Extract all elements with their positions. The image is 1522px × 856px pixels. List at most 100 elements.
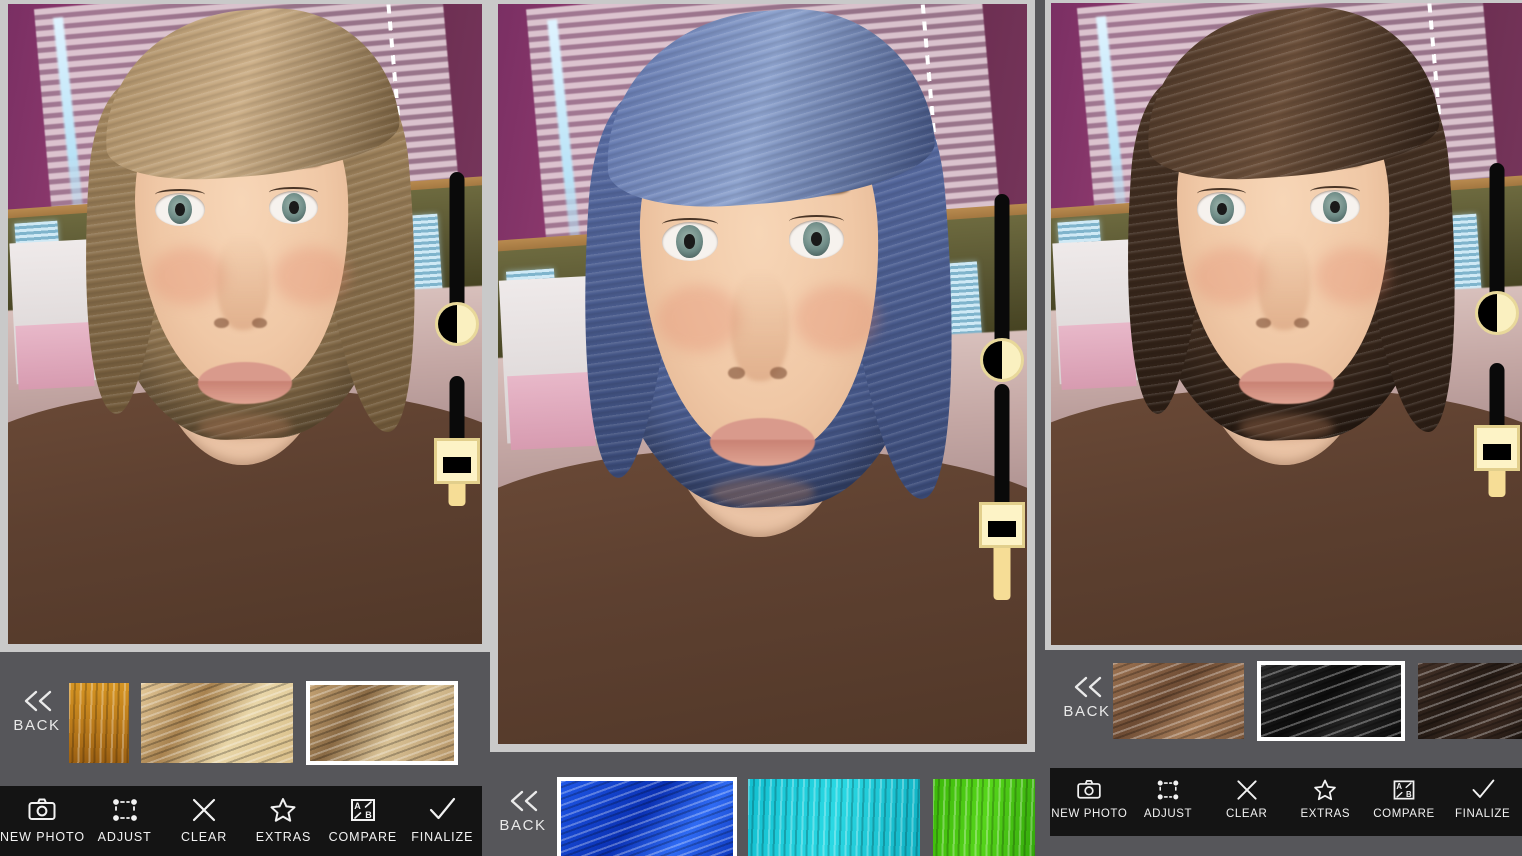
swatch-golden-copper[interactable] — [69, 683, 129, 763]
svg-text:B: B — [1406, 790, 1412, 799]
tool-extras[interactable]: EXTRAS — [1286, 768, 1365, 820]
brush-knob-icon[interactable] — [434, 438, 480, 484]
tool-label: CLEAR — [1226, 808, 1268, 820]
cheek-right — [794, 285, 879, 352]
clear-icon — [1234, 777, 1260, 803]
check-icon — [427, 795, 457, 825]
opacity-knob-half-circle-icon[interactable] — [435, 302, 479, 346]
swatch-light-blonde[interactable] — [141, 683, 293, 763]
lips — [1239, 362, 1334, 405]
nostril-left — [728, 366, 746, 380]
tool-new-photo[interactable]: NEW PHOTO — [1050, 768, 1129, 820]
star-icon — [268, 795, 298, 825]
tool-label: FINALIZE — [411, 830, 474, 844]
tool-finalize[interactable]: FINALIZE — [403, 786, 482, 844]
tool-clear[interactable]: CLEAR — [1207, 768, 1286, 820]
swatch-jet-black[interactable] — [1257, 661, 1405, 741]
shelf-pink-box — [1058, 322, 1138, 391]
compare-ab-icon: AB — [348, 795, 378, 825]
tool-compare[interactable]: AB COMPARE — [1365, 768, 1444, 820]
palette-strip-blue: BACK — [490, 752, 1035, 856]
opacity-slider-blue[interactable] — [976, 194, 1027, 394]
chin-shadow — [709, 477, 816, 508]
shelf-pink-box — [15, 322, 95, 390]
screen-brunette: BACK NEW PHOTO ADJUST CLEAR EXTRAS A B C… — [1035, 0, 1522, 856]
cheek-left — [150, 247, 227, 305]
svg-text:B: B — [365, 810, 372, 820]
tool-label: NEW PHOTO — [0, 830, 85, 844]
eye-right — [1310, 186, 1360, 224]
swatch-turquoise[interactable] — [748, 779, 920, 856]
clear-icon — [189, 795, 219, 825]
brush-knob-icon[interactable] — [979, 502, 1025, 548]
tool-label: ADJUST — [1143, 808, 1193, 820]
tool-label: COMPARE — [328, 830, 398, 844]
tool-label: EXTRAS — [255, 830, 312, 844]
adjust-icon — [1155, 777, 1181, 803]
tool-extras[interactable]: EXTRAS — [244, 786, 323, 844]
tool-label: COMPARE — [1373, 808, 1435, 820]
tool-new-photo[interactable]: NEW PHOTO — [0, 786, 85, 844]
shelf-pink-box — [506, 371, 596, 451]
palette-strip-brunette: BACK — [1050, 650, 1522, 768]
nose — [1258, 234, 1311, 331]
tool-finalize[interactable]: FINALIZE — [1443, 768, 1522, 820]
tool-label: ADJUST — [97, 830, 152, 844]
screen-blonde: BACK NEW PHOTO ADJUST CLEAR EXTRAS A B C… — [0, 0, 490, 856]
tool-adjust[interactable]: ADJUST — [85, 786, 164, 844]
svg-text:A: A — [354, 801, 361, 811]
opacity-knob-half-circle-icon[interactable] — [1475, 291, 1519, 335]
back-label: BACK — [1063, 702, 1111, 720]
eye-left — [1197, 188, 1247, 226]
eye-left — [661, 217, 718, 261]
camera-icon — [1076, 777, 1102, 803]
brush-track[interactable] — [994, 384, 1010, 512]
swatch-chestnut-brown[interactable] — [1113, 663, 1244, 739]
cheek-left — [1192, 246, 1268, 305]
back-label: BACK — [499, 816, 547, 834]
cheek-left — [656, 285, 742, 352]
back-button-blonde[interactable]: BACK — [6, 680, 68, 742]
back-button-blue[interactable]: BACK — [492, 780, 554, 842]
tool-clear[interactable]: CLEAR — [164, 786, 243, 844]
svg-text:A: A — [1396, 782, 1402, 791]
opacity-slider-blonde[interactable] — [432, 172, 482, 362]
tool-compare[interactable]: AB COMPARE — [323, 786, 402, 844]
brush-slider-brunette[interactable] — [1471, 363, 1522, 513]
tool-adjust[interactable]: ADJUST — [1129, 768, 1208, 820]
tool-label: EXTRAS — [1300, 808, 1351, 820]
app-root: BACK NEW PHOTO ADJUST CLEAR EXTRAS A B C… — [0, 0, 1522, 856]
swatch-royal-blue[interactable] — [557, 777, 737, 856]
swatch-dark-espresso[interactable] — [1418, 663, 1522, 739]
bottom-toolbar-blonde: NEW PHOTO ADJUST CLEAR EXTRAS A B COMPAR… — [0, 786, 482, 856]
nostril-right — [1293, 317, 1309, 329]
cheek-right — [273, 247, 350, 305]
brush-slider-blue[interactable] — [976, 384, 1027, 624]
back-label: BACK — [13, 716, 61, 734]
swatch-bright-green[interactable] — [933, 779, 1035, 856]
star-icon — [1312, 777, 1338, 803]
lips — [197, 362, 293, 404]
photo-canvas-brunette[interactable] — [1051, 3, 1522, 645]
opacity-knob-half-circle-icon[interactable] — [980, 338, 1024, 382]
screen-blue: BACK — [490, 0, 1035, 856]
photo-canvas-blue[interactable] — [498, 4, 1027, 744]
tool-label: FINALIZE — [1455, 808, 1511, 820]
opacity-slider-brunette[interactable] — [1471, 163, 1522, 363]
swatch-ash-blonde[interactable] — [306, 681, 458, 765]
camera-icon — [27, 795, 57, 825]
tool-label: CLEAR — [180, 830, 228, 844]
check-icon — [1470, 777, 1496, 803]
chin-shadow — [1239, 413, 1334, 440]
brush-slider-blonde[interactable] — [432, 376, 482, 506]
double-chevron-left-icon — [20, 689, 54, 713]
double-chevron-left-icon — [1070, 675, 1104, 699]
palette-strip-blonde: BACK — [0, 652, 490, 780]
adjust-icon — [110, 795, 140, 825]
brush-knob-icon[interactable] — [1474, 425, 1520, 471]
back-button-brunette[interactable]: BACK — [1056, 666, 1118, 728]
compare-ab-icon: AB — [1391, 777, 1417, 803]
double-chevron-left-icon — [506, 789, 540, 813]
nose — [730, 270, 789, 382]
photo-canvas-blonde[interactable] — [8, 4, 482, 644]
